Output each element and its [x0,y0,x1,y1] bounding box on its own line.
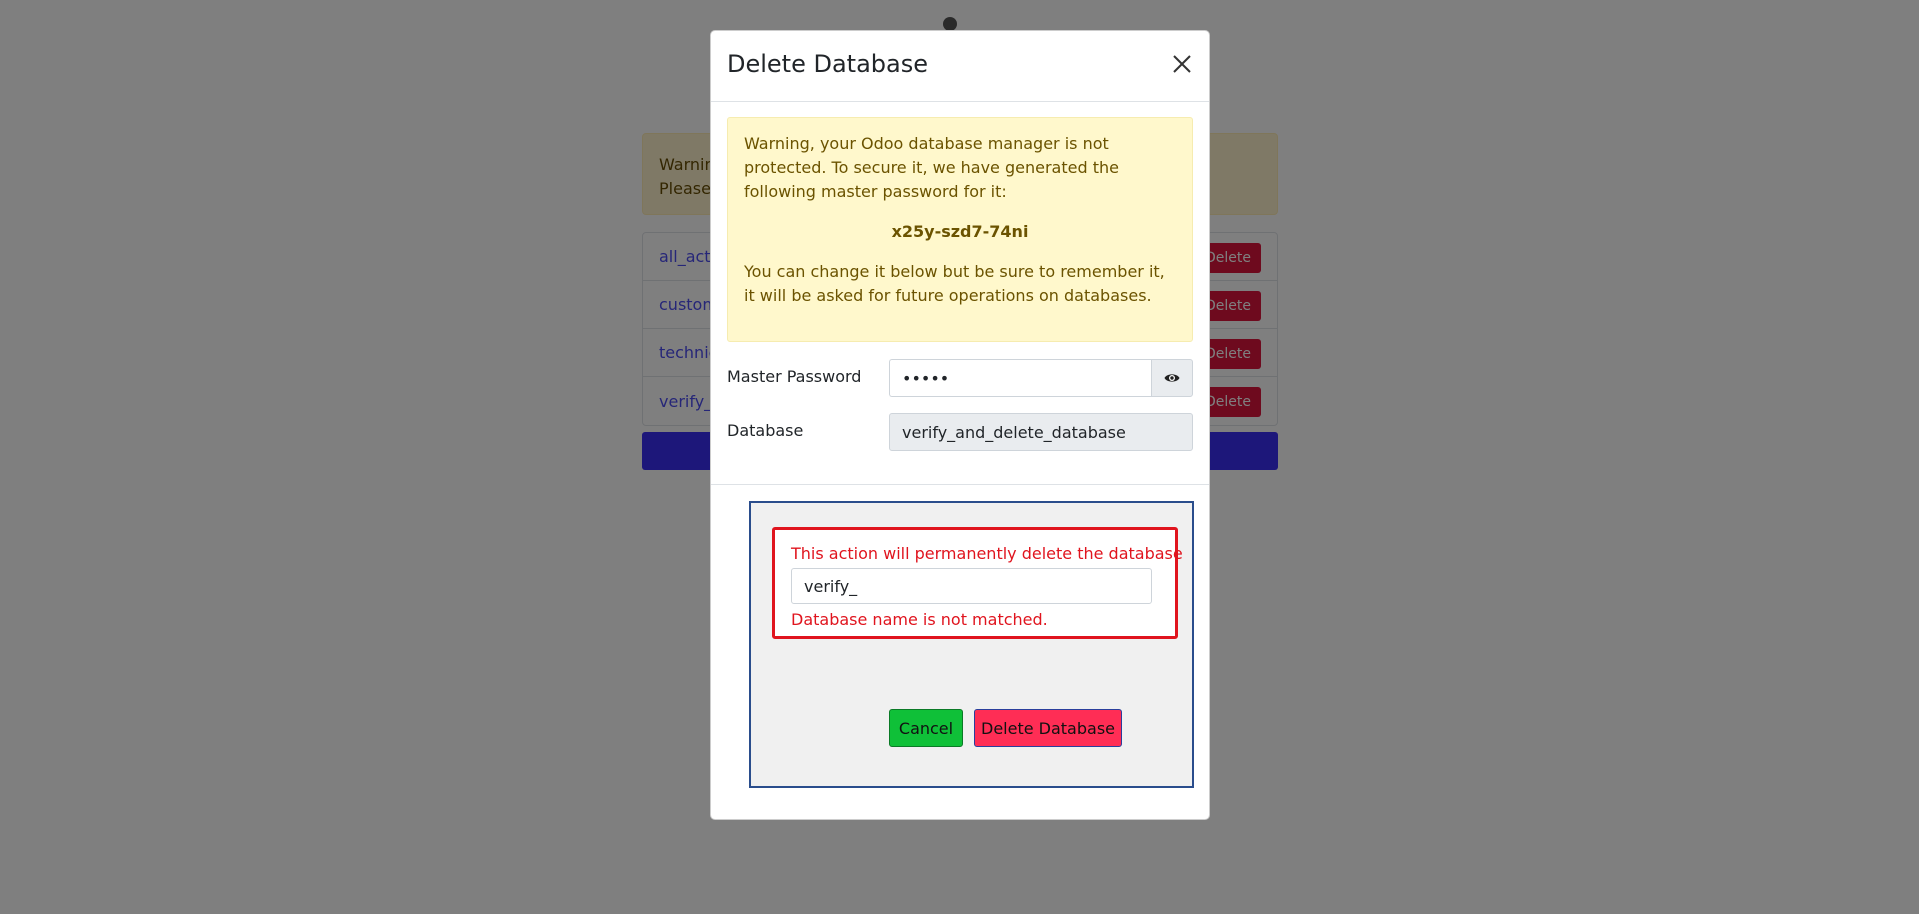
warning-text: Warning, your Odoo database manager is n… [744,134,1119,201]
name-mismatch-error: Database name is not matched. [791,610,1048,629]
close-button[interactable] [1169,51,1195,77]
master-password-input[interactable] [889,359,1151,397]
confirm-delete-database-button[interactable]: Delete Database [974,709,1122,747]
delete-database-modal: Delete Database Warning, your Odoo datab… [710,30,1210,820]
master-password-label: Master Password [727,367,862,386]
confirm-database-name-input[interactable] [791,568,1152,604]
close-icon [1173,55,1191,73]
confirmation-alert-box: This action will permanently delete the … [772,527,1183,639]
modal-divider [711,484,1209,485]
toggle-password-visibility-button[interactable] [1151,359,1193,397]
generated-master-password: x25y-szd7-74ni [891,222,1029,241]
eye-icon [1164,374,1180,382]
delete-confirmation-panel: This action will permanently delete the … [749,501,1194,788]
modal-header: Delete Database [711,31,1209,102]
warning-text: You can change it below but be sure to r… [744,262,1165,305]
modal-title: Delete Database [727,50,928,78]
database-name-field [889,413,1193,451]
database-label: Database [727,421,804,440]
master-password-warning: Warning, your Odoo database manager is n… [727,117,1193,342]
cancel-button[interactable]: Cancel [889,709,963,747]
master-password-group [889,359,1193,397]
confirmation-message: This action will permanently delete the … [791,544,1183,563]
